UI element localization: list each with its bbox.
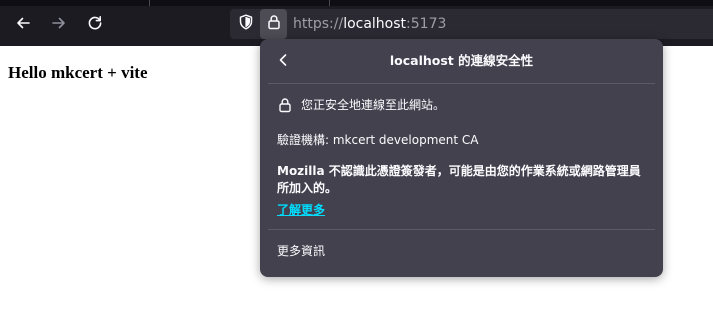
tab-strip-edge bbox=[0, 0, 713, 6]
reload-icon bbox=[87, 15, 103, 31]
secure-connection-row: 您正安全地連線至此網站。 bbox=[277, 96, 445, 114]
panel-back-button[interactable] bbox=[274, 52, 292, 70]
url-text[interactable]: https://localhost:5173 bbox=[293, 16, 446, 32]
lock-icon bbox=[277, 97, 293, 113]
issuer-warning-text: Mozilla 不認識此憑證簽發者，可能是由您的作業系統或網路管理員所加入的。 bbox=[277, 164, 641, 195]
url-port: :5173 bbox=[406, 16, 447, 32]
back-button[interactable] bbox=[12, 12, 34, 34]
tab-divider bbox=[329, 0, 330, 6]
url-host: localhost bbox=[343, 16, 407, 32]
reload-button[interactable] bbox=[84, 12, 106, 34]
lock-icon bbox=[266, 14, 282, 34]
verified-by-text: 驗證機構: mkcert development CA bbox=[277, 133, 479, 147]
panel-title: localhost 的連線安全性 bbox=[389, 53, 534, 68]
site-security-button[interactable] bbox=[260, 9, 287, 39]
tab-divider bbox=[149, 0, 150, 6]
panel-divider bbox=[268, 83, 655, 84]
forward-button[interactable] bbox=[48, 12, 70, 34]
secure-connection-text: 您正安全地連線至此網站。 bbox=[301, 98, 446, 112]
arrow-right-icon bbox=[51, 15, 67, 31]
chevron-left-icon bbox=[277, 52, 289, 71]
panel-divider bbox=[268, 229, 655, 230]
page-heading: Hello mkcert + vite bbox=[8, 63, 148, 82]
url-scheme: https:// bbox=[293, 16, 344, 32]
shield-icon bbox=[238, 14, 254, 34]
site-security-panel: localhost 的連線安全性 您正安全地連線至此網站。 驗證機構: mkce… bbox=[260, 39, 663, 277]
tracking-protection-button[interactable] bbox=[236, 14, 256, 34]
arrow-left-icon bbox=[15, 15, 31, 31]
learn-more-link[interactable]: 了解更多 bbox=[277, 202, 325, 218]
more-info-button[interactable]: 更多資訊 bbox=[277, 243, 325, 259]
